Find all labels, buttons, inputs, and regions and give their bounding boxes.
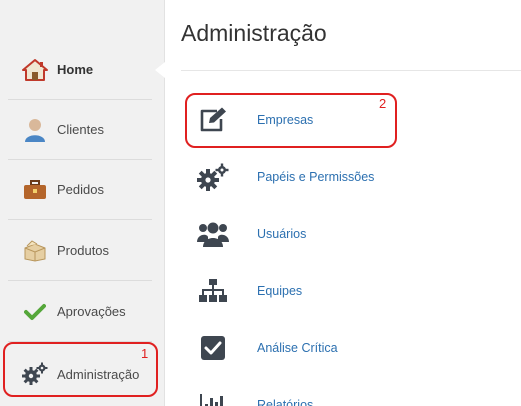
menu-item-equipes[interactable]: Equipes: [195, 271, 495, 311]
sidebar-item-pedidos[interactable]: Pedidos: [8, 160, 152, 220]
menu-item-usuarios[interactable]: Usuários: [195, 214, 495, 254]
callout-highlight-1: [3, 342, 158, 397]
sidebar-item-home[interactable]: Home: [8, 40, 152, 100]
menu-item-papeis-permissoes[interactable]: Papéis e Permissões: [195, 157, 495, 197]
sitemap-icon: [195, 275, 231, 307]
page-title: Administração: [181, 20, 327, 46]
sidebar-item-clientes[interactable]: Clientes: [8, 100, 152, 160]
active-indicator: [155, 62, 165, 78]
sidebar-item-produtos[interactable]: Produtos: [8, 221, 152, 281]
home-icon: [22, 57, 48, 83]
sidebar-item-aprovacoes[interactable]: Aprovações: [8, 282, 152, 342]
callout-highlight-2: [185, 93, 397, 148]
user-icon: [22, 117, 48, 143]
menu-item-label: Papéis e Permissões: [257, 170, 375, 184]
menu-item-label: Usuários: [257, 227, 307, 241]
menu-item-label: Relatórios: [257, 398, 314, 406]
gears-icon: [195, 161, 231, 193]
sidebar-item-label: Produtos: [57, 243, 110, 258]
menu-item-label: Equipes: [257, 284, 303, 298]
main-content: Administração Empresas Papéis e Permissõ…: [165, 0, 521, 406]
callout-number-1: 1: [141, 346, 149, 361]
check-icon: [22, 299, 48, 325]
briefcase-icon: [22, 177, 48, 203]
checkbox-icon: [195, 332, 231, 364]
sidebar-item-label: Home: [57, 62, 94, 77]
bar-chart-icon: [195, 389, 231, 406]
sidebar-item-label: Pedidos: [57, 182, 104, 197]
sidebar-item-label: Aprovações: [57, 304, 126, 319]
users-icon: [195, 218, 231, 250]
menu-item-label: Análise Crítica: [257, 341, 338, 355]
box-icon: [22, 238, 48, 264]
sidebar-item-label: Clientes: [57, 122, 104, 137]
menu-item-analise-critica[interactable]: Análise Crítica: [195, 328, 495, 368]
menu-item-relatorios[interactable]: Relatórios: [195, 385, 495, 406]
callout-number-2: 2: [379, 96, 387, 111]
divider: [181, 70, 521, 71]
